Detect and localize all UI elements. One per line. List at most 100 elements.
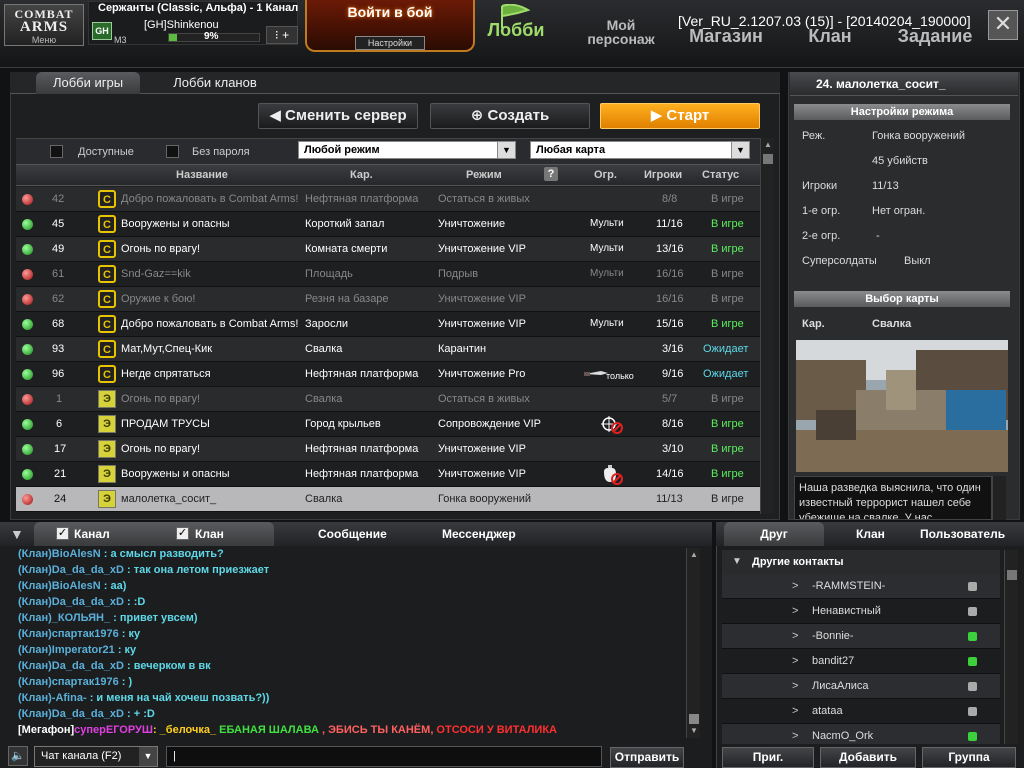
nav-task[interactable]: Задание [890, 26, 980, 47]
megaphone-author[interactable]: суперЕГОРУШ [74, 724, 153, 736]
chat-author[interactable]: (Клан)Da_da_da_xD [18, 660, 124, 672]
create-button[interactable]: ⊕ Создать [430, 103, 590, 129]
chat-author[interactable]: (Клан)Da_da_da_xD [18, 564, 124, 576]
friend-row[interactable]: > -Bonnie- [722, 624, 1000, 649]
room-map: Площадь [305, 268, 353, 280]
chat-author[interactable]: (Клан)BioAlesN [18, 548, 101, 560]
scroll-thumb[interactable] [689, 714, 699, 724]
header-status[interactable]: Статус [702, 169, 739, 181]
help-icon[interactable]: ? [544, 167, 558, 181]
room-map: Свалка [305, 343, 343, 355]
available-checkbox[interactable] [50, 145, 63, 158]
room-name: Вооружены и опасны [121, 468, 230, 480]
friends-scrollbar[interactable] [1004, 550, 1018, 744]
open-status-icon [22, 369, 33, 380]
chevron-right-icon: > [792, 705, 799, 717]
change-server-button[interactable]: ◀ Сменить сервер [258, 103, 418, 129]
header-mode[interactable]: Режим [466, 169, 502, 181]
table-row[interactable]: 93 C Мат,Мут,Спец-Кик Свалка Карантин 3/16 Ожи… [16, 337, 760, 362]
table-row[interactable]: 96 C Негде спрятаться Нефтяная платформа Уни… [16, 362, 760, 387]
tab-message[interactable]: Сообщение [318, 527, 387, 541]
map-select[interactable]: Любая карта ▼ [530, 141, 750, 159]
table-row[interactable]: 21 Э Вооружены и опасны Нефтяная платформа У… [16, 462, 760, 487]
speaker-icon[interactable]: 🔈 [8, 746, 28, 766]
add-friend-button[interactable]: Добавить [820, 747, 916, 768]
table-row[interactable]: 49 C Огонь по врагу! Комната смерти Уничтоже… [16, 237, 760, 262]
chat-author[interactable]: (Клан)-Afina- [18, 692, 87, 704]
tab-friends-clan[interactable]: Клан [856, 527, 885, 541]
table-row[interactable]: 68 C Добро пожаловать в Combat Arms! Заросл… [16, 312, 760, 337]
chat-input[interactable]: | [166, 746, 602, 767]
scroll-up-icon[interactable]: ▲ [762, 140, 774, 150]
chat-channel-select[interactable]: Чат канала (F2) ▼ [34, 746, 158, 767]
scroll-thumb[interactable] [1007, 570, 1017, 580]
room-list-scrollbar[interactable]: ▲ [760, 138, 774, 514]
chat-author[interactable]: (Клан)спартак1976 [18, 676, 119, 688]
map-preview-image [796, 340, 1008, 472]
friend-row[interactable]: > ЛисаАлиса [722, 674, 1000, 699]
scroll-up-icon[interactable]: ▲ [688, 550, 700, 559]
send-button[interactable]: Отправить [610, 747, 684, 768]
tab-messenger[interactable]: Мессенджер [442, 527, 516, 541]
header-map[interactable]: Кар. [350, 169, 373, 181]
offline-status-icon [968, 707, 977, 716]
chat-line: (Клан)Da_da_da_xD : вечерком в вк [18, 658, 688, 674]
friend-row[interactable]: > NacmO_Ork [722, 724, 1000, 744]
chat-author[interactable]: (Клан)спартак1976 [18, 628, 119, 640]
game-logo-menu[interactable]: COMBAT ARMS Меню [4, 4, 84, 46]
friend-row[interactable]: > -RAMMSTEIN- [722, 574, 1000, 599]
scroll-down-icon[interactable]: ▼ [688, 726, 700, 735]
closed-status-icon [22, 494, 33, 505]
friend-row[interactable]: > atataa [722, 699, 1000, 724]
table-row[interactable]: 1 Э Огонь по врагу! Свалка Остаться в живых 5… [16, 387, 760, 412]
close-button[interactable]: ✕ [988, 10, 1018, 40]
nav-shop[interactable]: Магазин [682, 26, 770, 47]
channel-checkbox[interactable]: ✓ [56, 527, 69, 540]
chat-author[interactable]: (Клан)Imperator21 [18, 644, 115, 656]
room-map: Комната смерти [305, 243, 388, 255]
no-password-checkbox[interactable] [166, 145, 179, 158]
player-menu-button[interactable]: ⁝ + [266, 26, 298, 44]
description-scrollbar[interactable] [992, 476, 1006, 520]
chevron-right-icon: > [792, 655, 799, 667]
table-row-selected[interactable]: 24 Эмалолетка_сосит_ Свалка Гонка вооружени… [16, 487, 760, 512]
collapse-chevron-icon[interactable]: ▼ [10, 526, 24, 542]
header-players[interactable]: Игроки [644, 169, 682, 181]
tab-friend[interactable]: Друг [724, 527, 824, 541]
nav-my-character[interactable]: Мой персонаж [576, 18, 666, 46]
tab-clan-lobby[interactable]: Лобби кланов [160, 72, 270, 94]
contacts-group-header[interactable]: ▼ Другие контакты [722, 550, 1000, 574]
table-row[interactable]: 62 C Оружие к бою! Резня на базаре Уничтожен… [16, 287, 760, 312]
invite-button[interactable]: Приг. [722, 747, 814, 768]
scroll-thumb[interactable] [763, 154, 773, 164]
enter-battle-button[interactable]: Войти в бой Настройки [305, 0, 475, 52]
nav-clan[interactable]: Клан [800, 26, 860, 47]
chat-author[interactable]: (Клан)Da_da_da_xD [18, 708, 124, 720]
chat-author[interactable]: (Клан)_КОЛЬЯН_ [18, 612, 110, 624]
table-row[interactable]: 61 C Snd-Gaz==kik Площадь Подрыв Мульти 16/16 В… [16, 262, 760, 287]
friend-row[interactable]: > bandit27 [722, 649, 1000, 674]
clan-checkbox[interactable]: ✓ [176, 527, 189, 540]
header-limit[interactable]: Огр. [594, 169, 617, 181]
chat-author[interactable]: (Клан)BioAlesN [18, 580, 101, 592]
chat-scrollbar[interactable]: ▲ ▼ [686, 548, 700, 738]
setting-value: Нет огран. [872, 205, 926, 217]
tab-game-lobby[interactable]: Лобби игры [36, 72, 140, 94]
table-row[interactable]: 42 C Добро пожаловать в Combat Arms! Нефтян… [16, 187, 760, 212]
tab-user[interactable]: Пользователь [920, 527, 1005, 541]
table-row[interactable]: 45 C Вооружены и опасны Короткий запал Уничт… [16, 212, 760, 237]
nav-lobby[interactable]: Лобби [484, 20, 548, 41]
chat-author[interactable]: (Клан)Da_da_da_xD [18, 596, 124, 608]
table-row[interactable]: 6 Э ПРОДАМ ТРУСЫ Город крыльев Сопровождение… [16, 412, 760, 437]
header-name[interactable]: Название [176, 169, 228, 181]
offline-status-icon [968, 607, 977, 616]
friend-row[interactable]: > Ненавистный [722, 599, 1000, 624]
group-button[interactable]: Группа [922, 747, 1016, 768]
table-row[interactable]: 17 Э Огонь по врагу! Нефтяная платформа Унич… [16, 437, 760, 462]
tab-channel[interactable]: Канал [74, 527, 110, 541]
start-button[interactable]: ▶ Старт [600, 103, 760, 129]
friend-name: NacmO_Ork [812, 730, 874, 742]
mode-select[interactable]: Любой режим ▼ [298, 141, 516, 159]
tab-clan[interactable]: Клан [195, 527, 224, 541]
settings-button[interactable]: Настройки [355, 36, 425, 50]
